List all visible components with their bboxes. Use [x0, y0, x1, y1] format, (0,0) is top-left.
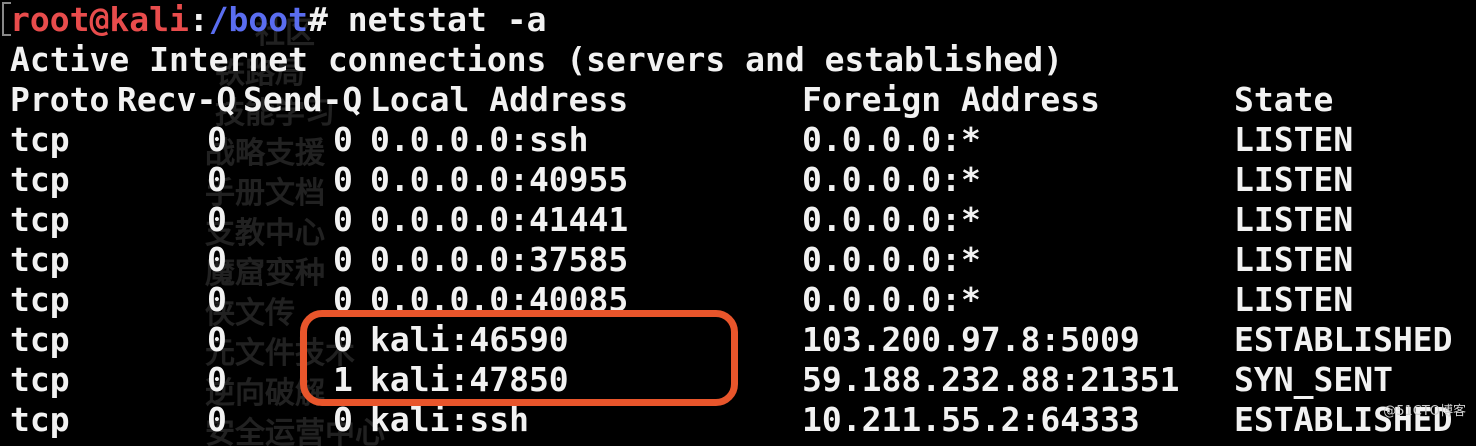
row-proto: tcp: [10, 160, 70, 199]
row-sendq: 0: [333, 160, 353, 199]
row-foreign-address: 10.211.55.2:64333: [802, 400, 1140, 439]
column-proto: Proto: [10, 80, 110, 119]
column-foreign-address: Foreign Address: [802, 80, 1101, 119]
row-local-address: 0.0.0.0:ssh: [370, 120, 589, 159]
watermark-line: 安全运营中心: [205, 416, 385, 446]
command-text: netstat -a: [327, 0, 547, 39]
row-sendq: 0: [333, 120, 353, 159]
row-local-address: kali:ssh: [370, 400, 529, 439]
row-proto: tcp: [10, 240, 70, 279]
row-sendq: 0: [333, 200, 353, 239]
row-foreign-address: 0.0.0.0:*: [802, 160, 981, 199]
row-proto: tcp: [10, 400, 70, 439]
row-state: LISTEN: [1234, 200, 1354, 239]
row-state: SYN_SENT: [1234, 360, 1393, 399]
row-local-address: 0.0.0.0:37585: [370, 240, 629, 279]
row-recvq: 0: [207, 120, 227, 159]
row-recvq: 0: [207, 160, 227, 199]
row-recvq: 0: [207, 320, 227, 359]
row-recvq: 0: [207, 240, 227, 279]
row-recvq: 0: [207, 400, 227, 439]
prompt-separator: :: [188, 0, 209, 39]
row-foreign-address: 103.200.97.8:5009: [802, 320, 1140, 359]
row-local-address: 0.0.0.0:40955: [370, 160, 629, 199]
highlight-annotation-box: [300, 310, 738, 406]
row-proto: tcp: [10, 120, 70, 159]
output-header-line: Active Internet connections (servers and…: [10, 40, 1063, 79]
row-state: LISTEN: [1234, 160, 1354, 199]
row-local-address: 0.0.0.0:41441: [370, 200, 629, 239]
row-state: LISTEN: [1234, 240, 1354, 279]
column-recvq: Recv-Q: [117, 80, 237, 119]
row-state: ESTABLISHED: [1234, 320, 1453, 359]
prompt-user-host: root@kali: [10, 0, 189, 39]
prompt-symbol: #: [308, 0, 328, 39]
column-sendq: Send-Q: [243, 80, 363, 119]
row-foreign-address: 0.0.0.0:*: [802, 240, 981, 279]
row-sendq: 0: [333, 400, 353, 439]
row-foreign-address: 0.0.0.0:*: [802, 120, 981, 159]
row-sendq: 0: [333, 240, 353, 279]
row-recvq: 0: [207, 200, 227, 239]
column-local-address: Local Address: [370, 80, 629, 119]
row-proto: tcp: [10, 320, 70, 359]
terminal-window[interactable]: 社区 铁路局 技能学习 战略支援 手册文档 支教中心 魔窟变种 侠文传 元文件技…: [0, 0, 1476, 446]
row-recvq: 0: [207, 360, 227, 399]
row-foreign-address: 0.0.0.0:*: [802, 280, 981, 319]
prompt-line: root@kali:/boot# netstat -a: [10, 0, 546, 40]
row-foreign-address: 59.188.232.88:21351: [802, 360, 1180, 399]
row-proto: tcp: [10, 200, 70, 239]
prompt-path: /boot: [208, 0, 309, 39]
row-proto: tcp: [10, 280, 70, 319]
row-recvq: 0: [207, 280, 227, 319]
row-foreign-address: 0.0.0.0:*: [802, 200, 981, 239]
row-state: LISTEN: [1234, 280, 1354, 319]
row-proto: tcp: [10, 360, 70, 399]
site-watermark-badge: @51CTO博客: [1383, 404, 1466, 419]
column-state: State: [1234, 80, 1334, 119]
row-state: LISTEN: [1234, 120, 1354, 159]
